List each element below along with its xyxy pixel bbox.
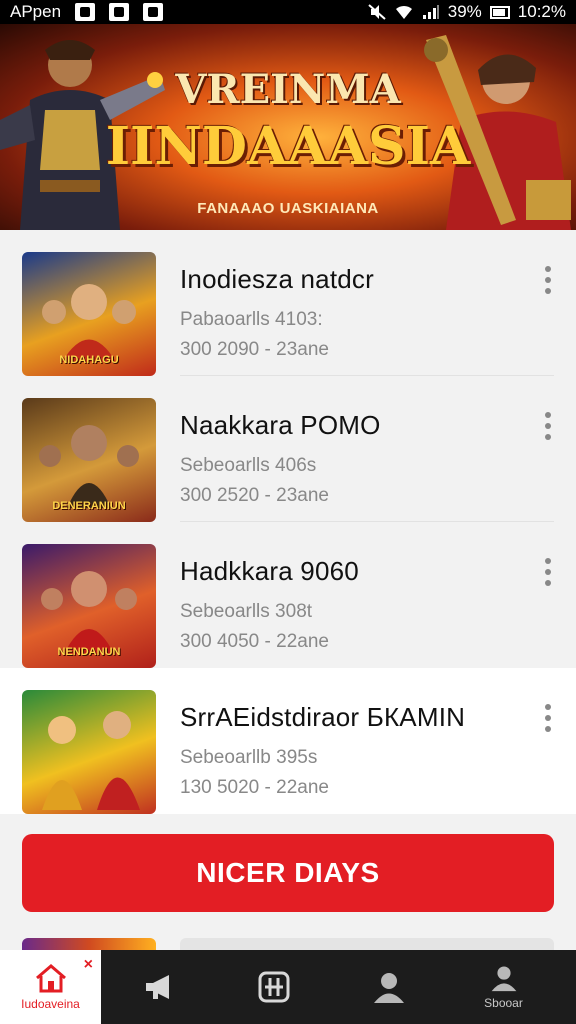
nav-profile[interactable] [331,950,446,1024]
game-thumbnail [22,690,156,814]
game-list: NIDAHAGU Inodiesza natdcr Pabaoarlls 410… [0,230,576,814]
hero-banner[interactable]: VREINMA IINDAAASIA FANAAAO UASKIAIANA [0,24,576,230]
person-icon [373,973,404,1003]
game-meta: Sebeoarlls 406s [180,455,317,476]
game-stats: 300 4050 - 22ane [180,631,329,652]
mute-icon [368,4,386,20]
list-item[interactable]: NENDANUN Hadkkara 9060 Sebeoarlls 308t 3… [0,522,576,668]
notification-icon [109,3,130,21]
list-item[interactable]: NIDAHAGU Inodiesza natdcr Pabaoarlls 410… [0,230,576,376]
game-title: SrrAEidstdiraor БКАMIN [180,702,466,732]
nav-announcements[interactable] [101,950,216,1024]
more-options-icon[interactable] [542,412,554,440]
person-icon [491,966,516,992]
nav-label: Sbooar [484,996,523,1010]
status-time: 10:2% [517,2,566,21]
signal-icon [422,5,439,19]
banner-title-line1: VREINMA [175,66,401,113]
battery-percent: 39% [447,2,482,21]
badge: × [83,956,93,973]
bottom-nav: × Iudoaveina Sbooar [0,950,576,1024]
grid-box-icon [258,971,289,1003]
wifi-icon [395,5,412,19]
cta-button[interactable]: NICER DIAYS [22,834,554,912]
game-thumbnail: NIDAHAGU [22,252,156,376]
thumbnail-caption: NIDAHAGU [59,354,119,366]
status-bar: APpen 39% 10:2% [0,0,576,24]
more-options-icon[interactable] [542,704,554,732]
game-title: Inodiesza natdcr [180,264,374,294]
nav-games[interactable] [216,950,331,1024]
game-meta: Pabaoarlls 4103: [180,309,323,330]
thumbnail-caption: DENERANIUN [52,500,126,512]
game-meta: Sebeoarlls 308t [180,601,313,622]
thumbnail-caption: NENDANUN [57,646,121,658]
megaphone-icon [145,975,169,999]
game-thumbnail: NENDANUN [22,544,156,668]
list-item[interactable]: SrrAEidstdiraor БКАMIN Sebeoarllb 395s 1… [0,668,576,814]
list-item[interactable]: DENERANIUN Naakkara POMO Sebeoarlls 406s… [0,376,576,522]
game-stats: 300 2090 - 23ane [180,339,329,360]
status-app-name: APpen [10,2,62,21]
game-stats: 300 2520 - 23ane [180,485,329,506]
banner-subtitle: FANAAAO UASKIAIANA [197,200,379,217]
notification-icon [75,3,96,21]
more-options-icon[interactable] [542,266,554,294]
more-options-icon[interactable] [542,558,554,586]
thumbnail-art [42,711,140,810]
game-title: Naakkara POMO [180,410,381,440]
notification-icon [143,3,164,21]
banner-title-line2: IINDAAASIA [105,116,471,177]
game-meta: Sebeoarllb 395s [180,747,318,768]
home-icon [35,964,66,993]
nav-account[interactable]: Sbooar [446,950,561,1024]
nav-label: Iudoaveina [21,997,80,1011]
battery-icon [489,5,510,19]
game-stats: 130 5020 - 22ane [180,777,329,798]
nav-home[interactable]: × Iudoaveina [0,950,101,1024]
game-thumbnail: DENERANIUN [22,398,156,522]
game-title: Hadkkara 9060 [180,556,359,586]
